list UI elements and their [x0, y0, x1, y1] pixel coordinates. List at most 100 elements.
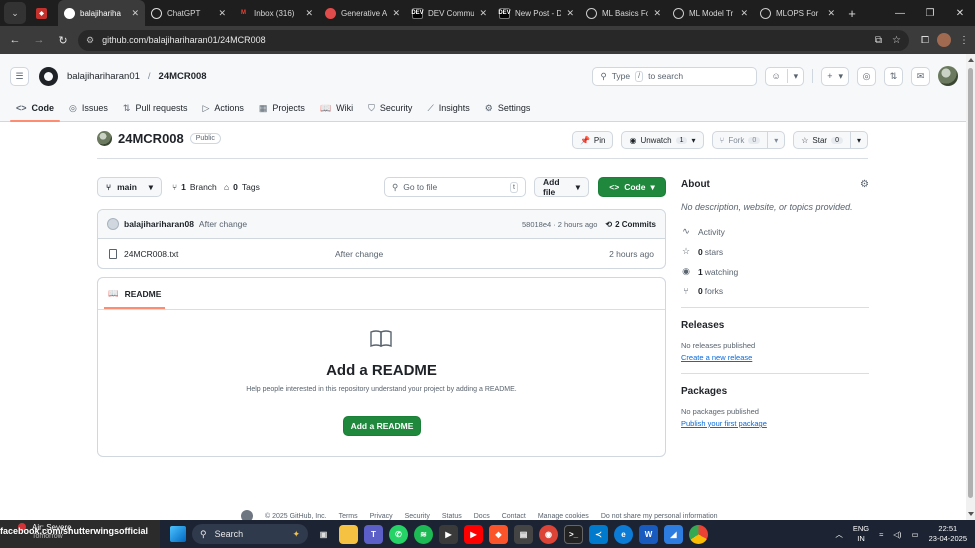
browser-tab-generative[interactable]: Generative A ✕	[319, 0, 406, 26]
extensions-icon[interactable]: ⧠	[921, 35, 929, 46]
tab-settings[interactable]: ⚙ Settings	[479, 94, 537, 122]
terminal-icon[interactable]: >_	[564, 524, 583, 544]
browser-tab-github[interactable]: balajihariha ✕	[58, 0, 145, 26]
chrome-app-icon[interactable]: ◉	[539, 524, 558, 544]
windows-start-icon[interactable]	[170, 526, 186, 542]
commit-message[interactable]: After change	[199, 219, 247, 229]
star-button[interactable]: ☆ Star 0 ▾	[793, 131, 868, 149]
media-icon[interactable]: ▶	[439, 524, 458, 544]
inbox-icon[interactable]: ✉	[911, 66, 930, 86]
file-commit-message[interactable]: After change	[335, 249, 383, 259]
vscode-icon[interactable]: ≺	[589, 524, 608, 544]
commit-hash[interactable]: 58018e4	[522, 220, 551, 229]
pull-requests-button[interactable]: ⇅	[884, 66, 903, 86]
tab-security[interactable]: ⛉ Security	[362, 94, 418, 122]
whatsapp-icon[interactable]: ✆	[389, 524, 408, 544]
breadcrumb-owner[interactable]: balajihariharan01	[67, 71, 140, 82]
tab-code[interactable]: <> Code	[10, 94, 61, 122]
new-tab-button[interactable]: +	[841, 0, 863, 26]
browser-tab-mlops[interactable]: MLOPS For ✕	[754, 0, 841, 26]
add-file-button[interactable]: Add file ▾	[534, 177, 589, 197]
browser-tab[interactable]: ◆	[30, 0, 58, 26]
scrollbar-thumb[interactable]	[968, 68, 973, 498]
go-to-file-input[interactable]: ⚲ Go to file t	[384, 177, 526, 197]
packages-title[interactable]: Packages	[681, 386, 869, 397]
tab-pull-requests[interactable]: ⇅ Pull requests	[117, 94, 194, 122]
edge-icon[interactable]: e	[614, 524, 633, 544]
unwatch-button[interactable]: ◉ Unwatch 1 ▾	[621, 131, 704, 149]
back-icon[interactable]: ←	[6, 31, 24, 49]
chrome-icon[interactable]	[689, 524, 708, 544]
browser-tab-new-post[interactable]: DEV New Post - D ✕	[493, 0, 580, 26]
battery-icon[interactable]: ▭	[912, 530, 919, 539]
site-info-icon[interactable]: ⚙	[86, 35, 94, 46]
breadcrumb-repo[interactable]: 24MCR008	[159, 71, 207, 82]
file-explorer-icon[interactable]	[339, 524, 358, 544]
gear-icon[interactable]: ⚙	[860, 179, 869, 190]
close-tab-icon[interactable]: ✕	[218, 8, 226, 19]
tab-search-button[interactable]: ⌄	[4, 2, 26, 24]
close-tab-icon[interactable]: ✕	[827, 8, 835, 19]
star-dropdown[interactable]: ▾	[849, 132, 867, 148]
close-tab-icon[interactable]: ✕	[740, 8, 748, 19]
browser-tab-chatgpt[interactable]: ChatGPT ✕	[145, 0, 232, 26]
footer-link[interactable]: Security	[405, 513, 430, 520]
scroll-down-icon[interactable]	[968, 512, 974, 516]
github-logo-icon[interactable]	[39, 66, 58, 86]
close-tab-icon[interactable]: ✕	[479, 8, 487, 19]
word-icon[interactable]: W	[639, 524, 658, 544]
volume-icon[interactable]: ◁)	[893, 530, 901, 539]
bookmark-star-icon[interactable]: ☆	[892, 35, 901, 46]
forks-link[interactable]: ⑂ 0 forks	[681, 286, 869, 296]
taskbar-search[interactable]: ⚲ Search ✦	[192, 524, 308, 544]
youtube-icon[interactable]: ▶	[464, 524, 483, 544]
task-view-icon[interactable]: ▣	[314, 525, 333, 544]
footer-link[interactable]: Privacy	[370, 513, 393, 520]
tab-projects[interactable]: ▦ Projects	[253, 94, 311, 122]
close-tab-icon[interactable]: ✕	[653, 8, 661, 19]
footer-link[interactable]: Do not share my personal information	[601, 513, 718, 520]
tab-actions[interactable]: ▷ Actions	[196, 94, 249, 122]
releases-title[interactable]: Releases	[681, 320, 869, 331]
close-tab-icon[interactable]: ✕	[392, 8, 400, 19]
restore-icon[interactable]: ❐	[915, 0, 945, 26]
reload-icon[interactable]: ↻	[54, 31, 72, 49]
tags-link[interactable]: ⌂ 0 Tags	[224, 177, 260, 197]
footer-link[interactable]: Contact	[502, 513, 526, 520]
browser-tab-ml-basics[interactable]: ML Basics Fo ✕	[580, 0, 667, 26]
teams-icon[interactable]: T	[364, 524, 383, 544]
footer-link[interactable]: Manage cookies	[538, 513, 589, 520]
branch-selector[interactable]: ⑂ main ▾	[97, 177, 162, 197]
clock[interactable]: 22:51 23-04-2025	[929, 524, 967, 544]
user-avatar[interactable]	[938, 66, 958, 86]
commit-author[interactable]: balajihariharan08	[124, 219, 194, 229]
file-name[interactable]: 24MCR008.txt	[124, 249, 178, 259]
add-readme-button[interactable]: Add a README	[343, 416, 421, 436]
create-release-link[interactable]: Create a new release	[681, 353, 869, 362]
install-app-icon[interactable]: ⧉	[875, 35, 882, 46]
code-button[interactable]: <> Code ▾	[598, 177, 666, 197]
browser-tab-ml-model[interactable]: ML Model Tr ✕	[667, 0, 754, 26]
close-tab-icon[interactable]: ✕	[131, 8, 139, 19]
forward-icon[interactable]: →	[30, 31, 48, 49]
footer-link[interactable]: Terms	[339, 513, 358, 520]
stars-link[interactable]: ☆ 0 stars	[681, 246, 869, 257]
chevron-up-icon[interactable]: ︿	[835, 529, 843, 540]
address-bar[interactable]: ⚙ github.com/balajihariharan01/24MCR008 …	[78, 29, 909, 51]
wifi-icon[interactable]: ≈	[879, 530, 883, 539]
close-tab-icon[interactable]: ✕	[566, 8, 574, 19]
page-scrollbar[interactable]	[966, 54, 975, 520]
issues-button[interactable]: ◎	[857, 66, 876, 86]
commits-link[interactable]: ⟲ 2 Commits	[605, 220, 656, 229]
footer-link[interactable]: Docs	[474, 513, 490, 520]
store-icon[interactable]: ▤	[514, 524, 533, 544]
language-indicator[interactable]: ENG IN	[853, 524, 869, 544]
weather-widget[interactable]: facebook.com/shutterwingsofficial Air: S…	[0, 520, 160, 548]
repo-name[interactable]: 24MCR008	[118, 131, 184, 146]
scroll-up-icon[interactable]	[968, 58, 974, 62]
table-row[interactable]: 24MCR008.txt After change 2 hours ago	[98, 239, 665, 268]
close-tab-icon[interactable]: ✕	[305, 8, 313, 19]
profile-avatar[interactable]	[937, 33, 951, 47]
browser-tab-dev[interactable]: DEV DEV Commu ✕	[406, 0, 493, 26]
create-new-button[interactable]: + ▾	[821, 66, 849, 86]
